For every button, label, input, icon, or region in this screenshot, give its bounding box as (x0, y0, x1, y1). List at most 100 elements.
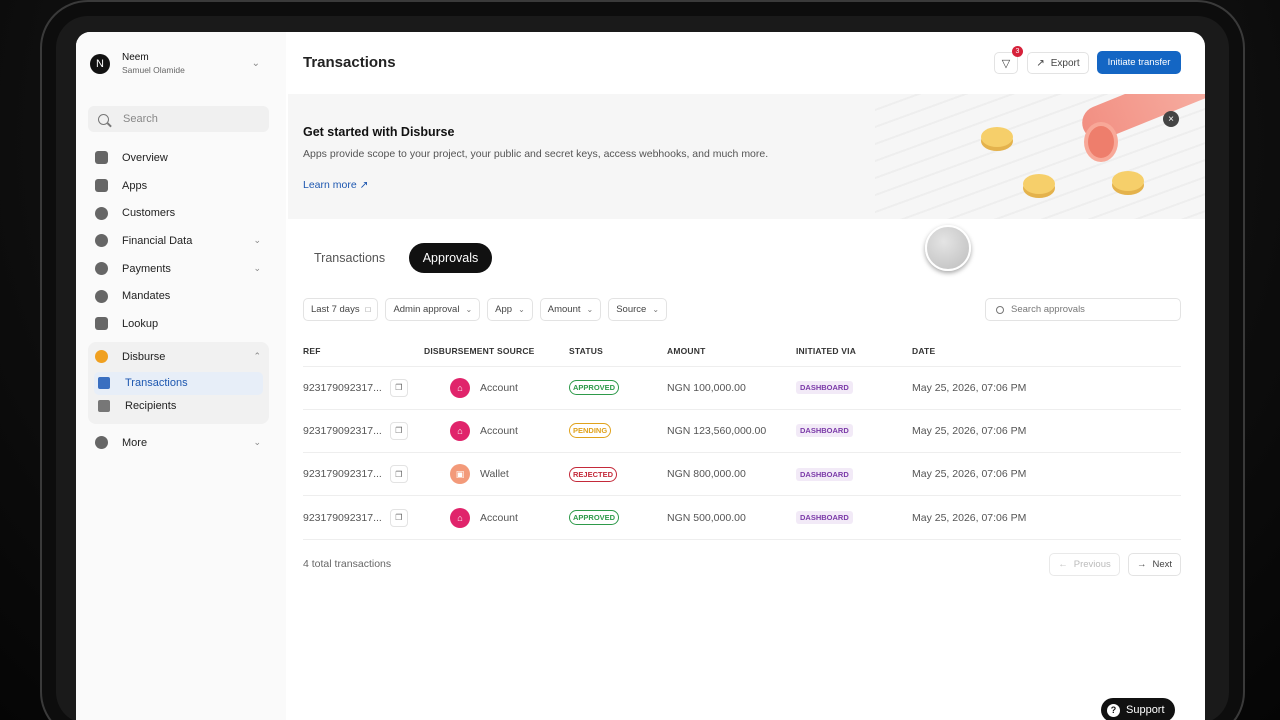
initiate-transfer-button[interactable]: Initiate transfer (1097, 51, 1181, 74)
copy-icon[interactable]: ❐ (389, 378, 408, 397)
ref-value: 923179092317... (303, 381, 382, 394)
search-icon (98, 113, 109, 125)
cell-ref: 923179092317... ❐ (303, 495, 424, 540)
previous-button[interactable]: ← Previous (1049, 553, 1120, 576)
cell-ref: 923179092317... ❐ (303, 452, 424, 496)
amount-value: NGN 123,560,000.00 (667, 424, 767, 437)
chevron-down-icon: ⌄ (465, 305, 473, 314)
ref-value: 923179092317... (303, 511, 382, 524)
cell-source: ⌂ Account (424, 408, 569, 453)
wallet-icon: ▣ (450, 464, 470, 485)
search-approvals-placeholder: Search approvals (1011, 304, 1085, 315)
cell-source: ⌂ Account (424, 365, 569, 410)
sidebar-item-mandates[interactable]: Mandates (88, 282, 269, 310)
sidebar-subitem-recipients[interactable]: Recipients (94, 395, 263, 418)
org-switcher[interactable]: N Neem Samuel Olamide ⌄ (90, 52, 260, 75)
sidebar-item-customers[interactable]: Customers (88, 199, 269, 227)
cell-initiated-via: DASHBOARD (796, 365, 912, 410)
cell-amount: NGN 100,000.00 (667, 365, 796, 410)
org-avatar: N (90, 53, 110, 74)
sidebar-item-financial-data[interactable]: Financial Data ⌄ (88, 227, 269, 255)
status-badge: APPROVED (569, 510, 620, 526)
sidebar-item-lookup[interactable]: Lookup (88, 310, 269, 338)
cell-status: APPROVED (569, 365, 667, 410)
source-value: Wallet (480, 468, 509, 481)
table-row[interactable]: 923179092317... ❐ ⌂ Account PENDING NGN … (303, 408, 1181, 453)
source-value: Account (480, 424, 518, 437)
sidebar-item-apps[interactable]: Apps (88, 172, 269, 200)
export-button[interactable]: ↗ Export (1027, 52, 1089, 74)
learn-more-link[interactable]: Learn more ↗ (303, 179, 368, 191)
initiated-via-badge: DASHBOARD (796, 511, 853, 525)
filter-app[interactable]: App ⌄ (487, 298, 533, 321)
sidebar-item-label: Customers (122, 207, 176, 220)
cell-initiated-via: DASHBOARD (796, 452, 912, 496)
getting-started-banner: Get started with Disburse Apps provide s… (288, 94, 1205, 219)
ref-value: 923179092317... (303, 468, 382, 481)
cursor-indicator (925, 225, 971, 271)
filter-admin-approval[interactable]: Admin approval ⌄ (385, 298, 481, 321)
sidebar-group-disburse: Disburse ⌃ Transactions Recipients (88, 341, 269, 424)
table-row[interactable]: 923179092317... ❐ ▣ Wallet REJECTED NGN … (303, 452, 1181, 496)
sidebar-item-label: Recipients (125, 400, 177, 413)
user-icon (95, 206, 108, 220)
sidebar-search[interactable]: Search (88, 106, 269, 132)
cell-source: ⌂ Account (424, 495, 569, 540)
sidebar-subitem-transactions[interactable]: Transactions (94, 371, 263, 395)
sidebar-item-payments[interactable]: Payments ⌄ (88, 255, 269, 283)
cell-date: May 25, 2026, 07:06 PM (912, 408, 1181, 453)
sidebar-item-label: Lookup (122, 317, 159, 330)
sidebar-item-label: Overview (122, 151, 168, 164)
approvals-table: REF DISBURSEMENT SOURCE STATUS AMOUNT IN… (303, 336, 1181, 540)
table-row[interactable]: 923179092317... ❐ ⌂ Account APPROVED NGN… (303, 365, 1181, 410)
cell-amount: NGN 800,000.00 (667, 452, 796, 496)
support-label: Support (1126, 704, 1165, 716)
chevron-down-icon: ⌄ (586, 305, 594, 314)
export-label: Export (1050, 57, 1080, 69)
close-icon[interactable]: × (1163, 111, 1179, 127)
copy-icon[interactable]: ❐ (389, 508, 408, 527)
sidebar-item-more[interactable]: More ⌄ (88, 429, 269, 457)
arrow-up-right-icon: ↗ (359, 179, 369, 191)
cell-ref: 923179092317... ❐ (303, 408, 424, 453)
notification-badge: 3 (1012, 46, 1023, 57)
source-value: Account (480, 381, 518, 394)
sidebar-item-disburse[interactable]: Disburse ⌃ (88, 342, 269, 372)
sidebar-item-label: Mandates (122, 290, 171, 303)
initiated-via-badge: DASHBOARD (796, 424, 853, 438)
cell-initiated-via: DASHBOARD (796, 408, 912, 453)
sidebar-item-label: Disburse (122, 350, 166, 363)
page-title: Transactions (303, 54, 396, 71)
chevron-up-icon: ⌃ (253, 351, 261, 362)
total-count: 4 total transactions (303, 558, 392, 570)
sidebar-item-overview[interactable]: Overview (88, 144, 269, 172)
filter-amount[interactable]: Amount ⌄ (539, 298, 602, 321)
sidebar-nav: Overview Apps Customers Financial Data ⌄… (88, 144, 269, 457)
amount-value: NGN 100,000.00 (667, 381, 746, 394)
copy-icon[interactable]: ❐ (389, 421, 408, 440)
sidebar-item-label: Apps (122, 179, 148, 192)
previous-label: Previous (1073, 559, 1111, 570)
transactions-icon (98, 377, 110, 390)
date-value: May 25, 2026, 07:06 PM (912, 424, 1027, 437)
filter-label: Last 7 days (311, 304, 360, 315)
copy-icon[interactable]: ❐ (389, 465, 408, 484)
status-badge: APPROVED (569, 380, 620, 396)
filter-bar: Last 7 days □ Admin approval ⌄ App ⌄ Amo… (303, 298, 668, 321)
support-button[interactable]: ? Support (1101, 698, 1175, 720)
org-user: Samuel Olamide (122, 65, 185, 75)
filter-source[interactable]: Source ⌄ (608, 298, 668, 321)
next-button[interactable]: → Next (1128, 553, 1181, 576)
pipe-illustration (1084, 122, 1118, 162)
coin-illustration (1112, 171, 1144, 191)
amount-value: NGN 800,000.00 (667, 468, 746, 481)
column-header: REF (303, 345, 321, 356)
cell-ref: 923179092317... ❐ (303, 365, 424, 410)
search-approvals-input[interactable]: Search approvals (985, 298, 1181, 321)
cell-amount: NGN 123,560,000.00 (667, 408, 796, 453)
filter-date[interactable]: Last 7 days □ (303, 298, 379, 321)
tab-transactions[interactable]: Transactions (314, 251, 385, 265)
filter-label: Source (616, 304, 647, 315)
table-row[interactable]: 923179092317... ❐ ⌂ Account APPROVED NGN… (303, 495, 1181, 540)
tab-approvals[interactable]: Approvals (409, 243, 492, 273)
